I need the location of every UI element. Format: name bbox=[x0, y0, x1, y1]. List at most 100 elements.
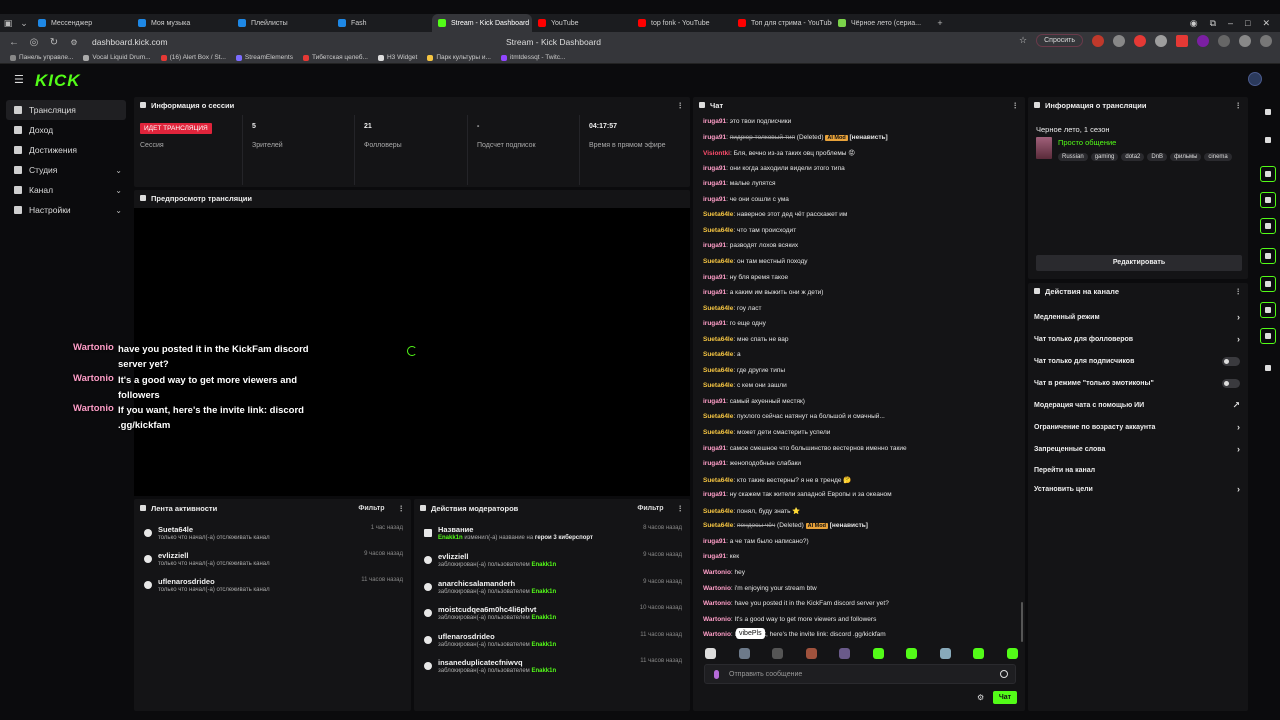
rail-tool-icon[interactable] bbox=[1260, 218, 1276, 234]
chevron-down-icon[interactable]: ⌄ bbox=[115, 186, 122, 195]
toggle-switch[interactable] bbox=[1222, 356, 1240, 366]
emote-icon[interactable] bbox=[1006, 648, 1018, 659]
emote-icon[interactable] bbox=[705, 648, 716, 659]
activity-username[interactable]: evlizziell bbox=[158, 551, 188, 560]
chat-username[interactable]: iruga91 bbox=[703, 553, 726, 560]
chat-username[interactable]: iruga91 bbox=[703, 118, 726, 125]
external-link-icon[interactable]: ↗ bbox=[1232, 400, 1240, 411]
emote-icon[interactable] bbox=[939, 648, 951, 659]
stream-tag[interactable]: фильмы bbox=[1170, 153, 1202, 161]
tab-list-chevron-icon[interactable]: ⌄ bbox=[16, 15, 32, 31]
chat-username[interactable]: iruga91 bbox=[703, 165, 726, 172]
browser-tab[interactable]: top fonk - YouTube bbox=[632, 14, 732, 32]
sidebar-item[interactable]: Студия ⌄ bbox=[0, 160, 132, 180]
rail-tool-icon[interactable] bbox=[1260, 328, 1276, 344]
channel-action-item[interactable]: Установить цели › bbox=[1034, 478, 1240, 500]
more-icon[interactable]: ⋮ bbox=[1235, 101, 1243, 110]
kick-logo[interactable]: KICK bbox=[35, 71, 81, 91]
chat-username[interactable]: Sueta64le bbox=[703, 351, 733, 358]
rail-tool-icon[interactable] bbox=[1260, 104, 1276, 120]
mod-user[interactable]: Enakk1n bbox=[438, 535, 463, 541]
emote-icon[interactable] bbox=[906, 648, 917, 659]
chevron-down-icon[interactable]: ⌄ bbox=[115, 166, 122, 175]
activity-username[interactable]: Sueta64le bbox=[158, 525, 193, 534]
chat-username[interactable]: Sueta64le bbox=[703, 477, 733, 484]
category-link[interactable]: Просто общение bbox=[1058, 138, 1116, 147]
channel-action-item[interactable]: Ограничение по возрасту аккаунта › bbox=[1034, 416, 1240, 438]
emote-icon[interactable] bbox=[872, 648, 884, 659]
chat-username[interactable]: iruga91 bbox=[703, 445, 726, 452]
mod-user[interactable]: Enakk1n bbox=[531, 615, 556, 621]
rail-tool-icon[interactable] bbox=[1260, 302, 1276, 318]
stream-tag[interactable]: dota2 bbox=[1121, 153, 1145, 161]
extension-icon[interactable] bbox=[1197, 34, 1209, 47]
chat-username[interactable]: iruga91 bbox=[703, 398, 726, 405]
chat-username[interactable]: iruga91 bbox=[703, 134, 726, 141]
rail-tool-icon[interactable] bbox=[1260, 248, 1276, 264]
stream-tag[interactable]: DnB bbox=[1147, 153, 1168, 161]
site-info-icon[interactable]: ⚙ bbox=[68, 38, 80, 47]
bookmark-item[interactable]: Панель управле... bbox=[10, 54, 73, 61]
chat-username[interactable]: Sueta64le bbox=[703, 522, 733, 529]
emote-icon[interactable] bbox=[738, 648, 750, 659]
extension-icon[interactable] bbox=[1155, 34, 1167, 47]
maximize-icon[interactable]: □ bbox=[1245, 18, 1250, 29]
hamburger-menu-icon[interactable]: ☰ bbox=[14, 73, 24, 86]
bookmark-item[interactable]: Vocal Liquid Drum... bbox=[83, 54, 151, 61]
sidebar-item[interactable]: Достижения bbox=[0, 140, 132, 160]
filter-button[interactable]: Фильтр bbox=[637, 505, 663, 512]
chat-username[interactable]: Wartonio bbox=[703, 569, 731, 576]
sidebar-item[interactable]: Канал ⌄ bbox=[0, 180, 132, 200]
chat-username[interactable]: Sueta64le bbox=[703, 382, 733, 389]
ask-button[interactable]: Спросить bbox=[1036, 34, 1083, 47]
stream-tag[interactable]: gaming bbox=[1090, 153, 1119, 161]
extension-icon[interactable] bbox=[1113, 34, 1125, 47]
bookmark-item[interactable]: StreamElements bbox=[235, 54, 293, 61]
channel-action-item[interactable]: Модерация чата с помощью ИИ ↗ bbox=[1034, 394, 1240, 416]
browser-tab[interactable]: Чёрное лето (сериа... bbox=[832, 14, 932, 32]
mod-target-username[interactable]: uflenarosdrideo bbox=[438, 632, 495, 641]
extension-icon[interactable] bbox=[1134, 34, 1146, 47]
chat-username[interactable]: iruga91 bbox=[703, 320, 726, 327]
extension-icon[interactable] bbox=[1218, 34, 1230, 47]
new-tab-button[interactable]: + bbox=[932, 15, 948, 31]
rail-tool-icon[interactable] bbox=[1260, 166, 1276, 182]
chat-username[interactable]: Sueta64le bbox=[703, 211, 733, 218]
chat-username[interactable]: Sueta64le bbox=[703, 336, 733, 343]
channel-action-item[interactable]: Медленный режим › bbox=[1034, 306, 1240, 328]
minimize-icon[interactable]: – bbox=[1228, 18, 1233, 29]
close-window-icon[interactable]: ✕ bbox=[1262, 18, 1270, 29]
reload-icon[interactable]: ↻ bbox=[48, 37, 60, 48]
profile-icon[interactable]: ◉ bbox=[1190, 18, 1198, 29]
emote-icon[interactable] bbox=[805, 648, 817, 659]
more-icon[interactable]: ⋮ bbox=[1235, 287, 1243, 296]
downloads-icon[interactable] bbox=[1239, 34, 1251, 47]
chevron-right-icon[interactable]: › bbox=[1237, 422, 1240, 432]
browser-tab[interactable]: YouTube bbox=[532, 14, 632, 32]
sidebar-item[interactable]: Трансляция bbox=[6, 100, 126, 120]
browser-tab[interactable]: Плейлисты bbox=[232, 14, 332, 32]
bookmark-item[interactable]: Парк культуры и... bbox=[427, 54, 491, 61]
chat-username[interactable]: iruga91 bbox=[703, 274, 726, 281]
emote-icon[interactable] bbox=[973, 648, 984, 659]
chat-username[interactable]: Wartonio bbox=[703, 600, 731, 607]
chat-username[interactable]: Sueta64le bbox=[703, 305, 733, 312]
browser-tab[interactable]: Моя музыка bbox=[132, 14, 232, 32]
activity-username[interactable]: uflenarosdrideo bbox=[158, 577, 215, 586]
sidebar-item[interactable]: Доход bbox=[0, 120, 132, 140]
mod-user[interactable]: Enakk1n bbox=[531, 562, 556, 568]
emote-icon[interactable] bbox=[839, 648, 850, 659]
more-icon[interactable]: ⋮ bbox=[677, 101, 685, 110]
adblock-icon[interactable] bbox=[1176, 34, 1188, 47]
chat-username[interactable]: Sueta64le bbox=[703, 258, 733, 265]
chat-scrollbar[interactable] bbox=[1021, 602, 1023, 642]
channel-action-item[interactable]: Запрещенные слова › bbox=[1034, 438, 1240, 460]
chevron-right-icon[interactable]: › bbox=[1237, 444, 1240, 454]
rail-tool-icon[interactable] bbox=[1260, 276, 1276, 292]
tab-actions-icon[interactable]: ▣ bbox=[0, 15, 16, 31]
chat-username[interactable]: Wartonio bbox=[703, 631, 731, 638]
menu-icon[interactable] bbox=[1260, 34, 1272, 47]
browser-tab[interactable]: Stream - Kick Dashboard× bbox=[432, 14, 532, 32]
chat-username[interactable]: Wartonio bbox=[703, 585, 731, 592]
mod-user[interactable]: Enakk1n bbox=[531, 589, 556, 595]
